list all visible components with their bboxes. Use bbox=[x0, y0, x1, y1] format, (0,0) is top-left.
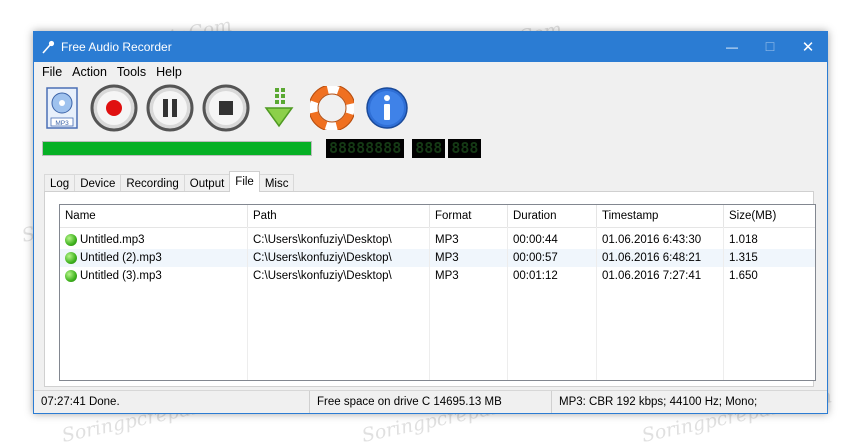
tab-strip: Log Device Recording Output File Misc bbox=[44, 171, 295, 192]
file-list-header: Name Path Format Duration Timestamp Size… bbox=[60, 205, 815, 228]
help-lifebuoy-icon bbox=[310, 86, 354, 130]
status-ok-icon bbox=[65, 252, 77, 264]
lcd-segment: 888 bbox=[415, 139, 443, 157]
cell-format: MP3 bbox=[435, 270, 459, 282]
microphone-icon bbox=[40, 39, 56, 55]
status-ok-icon bbox=[65, 234, 77, 246]
toolbar: MP3 bbox=[34, 82, 827, 134]
status-free-space: Free space on drive C 14695.13 MB bbox=[310, 391, 552, 413]
level-progress-bar bbox=[42, 140, 312, 156]
title-bar[interactable]: Free Audio Recorder — ☐ ✕ bbox=[34, 32, 827, 62]
cell-path: C:\Users\konfuziy\Desktop\ bbox=[253, 270, 392, 282]
open-file-button[interactable]: MP3 bbox=[41, 82, 83, 134]
column-name[interactable]: Name bbox=[60, 205, 248, 227]
tab-file[interactable]: File bbox=[229, 171, 260, 192]
file-mp3-icon: MP3 bbox=[46, 87, 78, 129]
cell-format: MP3 bbox=[435, 234, 459, 246]
table-row[interactable]: Untitled (2).mp3 C:\Users\konfuziy\Deskt… bbox=[60, 249, 815, 267]
download-button[interactable] bbox=[257, 82, 301, 134]
app-window: Free Audio Recorder — ☐ ✕ File Action To… bbox=[33, 31, 828, 414]
cell-format: MP3 bbox=[435, 252, 459, 264]
column-timestamp[interactable]: Timestamp bbox=[597, 205, 724, 227]
cell-timestamp: 01.06.2016 6:48:21 bbox=[602, 252, 702, 264]
file-tab-panel: Name Path Format Duration Timestamp Size… bbox=[44, 191, 816, 387]
help-button[interactable] bbox=[307, 82, 357, 134]
maximize-button: ☐ bbox=[764, 40, 776, 54]
cell-name: Untitled.mp3 bbox=[60, 231, 248, 249]
menu-file[interactable]: File bbox=[37, 65, 67, 79]
column-size[interactable]: Size(MB) bbox=[724, 205, 815, 227]
cell-size: 1.315 bbox=[729, 252, 758, 264]
cell-name: Untitled (2).mp3 bbox=[60, 249, 248, 267]
tab-output[interactable]: Output bbox=[183, 174, 231, 192]
menu-help[interactable]: Help bbox=[151, 65, 187, 79]
tab-misc[interactable]: Misc bbox=[258, 174, 295, 192]
progress-fill bbox=[43, 141, 311, 155]
svg-text:MP3: MP3 bbox=[55, 120, 69, 127]
download-icon bbox=[264, 88, 294, 128]
cell-size: 1.018 bbox=[729, 234, 758, 246]
about-button[interactable] bbox=[363, 82, 411, 134]
cell-duration: 00:00:44 bbox=[513, 234, 558, 246]
cell-timestamp: 01.06.2016 6:43:30 bbox=[602, 234, 702, 246]
cell-duration: 00:00:57 bbox=[513, 252, 558, 264]
minimize-button[interactable]: — bbox=[713, 32, 751, 62]
file-list[interactable]: Name Path Format Duration Timestamp Size… bbox=[59, 204, 816, 381]
cell-size: 1.650 bbox=[729, 270, 758, 282]
menu-bar: File Action Tools Help bbox=[34, 62, 827, 82]
status-ok-icon bbox=[65, 270, 77, 282]
file-name: Untitled (2).mp3 bbox=[80, 252, 162, 264]
cell-path: C:\Users\konfuziy\Desktop\ bbox=[253, 234, 392, 246]
tab-device[interactable]: Device bbox=[74, 174, 122, 192]
menu-action[interactable]: Action bbox=[67, 65, 112, 79]
column-path[interactable]: Path bbox=[248, 205, 430, 227]
window-title: Free Audio Recorder bbox=[61, 40, 172, 54]
status-audio-format: MP3: CBR 192 kbps; 44100 Hz; Mono; bbox=[559, 396, 758, 408]
tab-log[interactable]: Log bbox=[44, 174, 76, 192]
file-name: Untitled.mp3 bbox=[80, 234, 145, 246]
status-message: 07:27:41 Done. bbox=[34, 391, 310, 413]
column-format[interactable]: Format bbox=[430, 205, 508, 227]
progress-row: 88888888 888 888 bbox=[34, 134, 827, 162]
tab-recording[interactable]: Recording bbox=[120, 174, 185, 192]
cell-timestamp: 01.06.2016 7:27:41 bbox=[602, 270, 702, 282]
lcd-segment: 888 bbox=[451, 139, 479, 157]
cell-duration: 00:01:12 bbox=[513, 270, 558, 282]
close-button[interactable]: ✕ bbox=[789, 32, 827, 62]
record-icon bbox=[90, 84, 138, 132]
status-bar: 07:27:41 Done. Free space on drive C 146… bbox=[34, 390, 827, 413]
pause-icon bbox=[146, 84, 194, 132]
lcd-segment: 88888888 bbox=[329, 139, 402, 157]
table-row[interactable]: Untitled (3).mp3 C:\Users\konfuziy\Deskt… bbox=[60, 267, 815, 285]
info-icon bbox=[366, 87, 408, 129]
lcd-display-2: 888 bbox=[412, 138, 446, 158]
cell-name: Untitled (3).mp3 bbox=[60, 267, 248, 285]
lcd-counter: 88888888 bbox=[326, 138, 405, 158]
table-row[interactable]: Untitled.mp3 C:\Users\konfuziy\Desktop\ … bbox=[60, 231, 815, 249]
stop-icon bbox=[202, 84, 250, 132]
cell-path: C:\Users\konfuziy\Desktop\ bbox=[253, 252, 392, 264]
menu-tools[interactable]: Tools bbox=[112, 65, 151, 79]
column-duration[interactable]: Duration bbox=[508, 205, 597, 227]
pause-button[interactable] bbox=[145, 82, 195, 134]
file-name: Untitled (3).mp3 bbox=[80, 270, 162, 282]
record-button[interactable] bbox=[89, 82, 139, 134]
stop-button[interactable] bbox=[201, 82, 251, 134]
lcd-display-3: 888 bbox=[448, 138, 482, 158]
